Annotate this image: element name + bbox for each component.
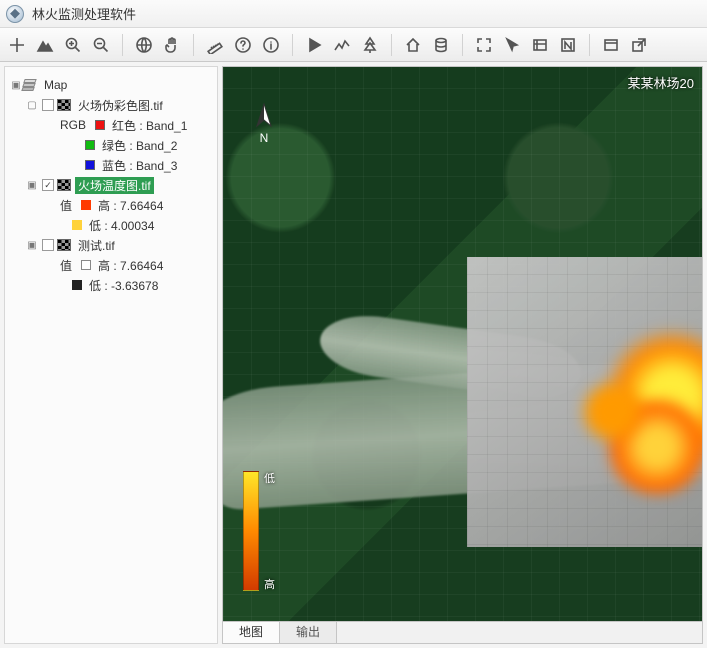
toolbar-separator [391, 34, 392, 56]
help-icon[interactable] [232, 34, 254, 56]
north-tool-icon[interactable] [557, 34, 579, 56]
tab-output[interactable]: 输出 [279, 619, 337, 643]
home-icon[interactable] [402, 34, 424, 56]
high-swatch-icon [81, 200, 91, 210]
layer-visibility-checkbox[interactable] [42, 179, 54, 191]
tree-icon[interactable] [359, 34, 381, 56]
legend-low-label: 低 [264, 470, 275, 486]
raster-icon [57, 239, 71, 251]
app-logo-icon [6, 5, 24, 23]
value-low: 低 : 4.00034 [86, 217, 157, 234]
value-label: 值 [57, 257, 75, 274]
tree-root-label: Map [41, 78, 70, 92]
fullscreen-icon[interactable] [473, 34, 495, 56]
value-high: 高 : 7.66464 [95, 197, 166, 214]
main-toolbar [0, 28, 707, 62]
tab-map[interactable]: 地图 [222, 619, 280, 643]
layer-label: 火场伪彩色图.tif [75, 97, 166, 114]
ruler-icon[interactable] [204, 34, 226, 56]
mountain-icon[interactable] [34, 34, 56, 56]
layer-tree[interactable]: ▣ Map ▢ 火场伪彩色图.tif RGB 红色 : Band_1 绿色 : … [5, 67, 217, 643]
title-bar: 林火监测处理软件 [0, 0, 707, 28]
green-swatch-icon [85, 140, 95, 150]
trend-icon[interactable] [331, 34, 353, 56]
app-title: 林火监测处理软件 [32, 4, 136, 23]
tree-root-map[interactable]: ▣ Map [9, 75, 215, 95]
layers-icon [23, 79, 37, 91]
band-row: 蓝色 : Band_3 [9, 155, 215, 175]
layer-visibility-checkbox[interactable] [42, 99, 54, 111]
band-row: 绿色 : Band_2 [9, 135, 215, 155]
toolbar-separator [292, 34, 293, 56]
zoom-out-icon[interactable] [90, 34, 112, 56]
external-icon[interactable] [628, 34, 650, 56]
bottom-tabs: 地图 输出 [222, 622, 703, 644]
map-area: 某某林场20 N 低 高 地图 输出 [222, 66, 703, 644]
add-icon[interactable] [6, 34, 28, 56]
band-label: 绿色 : Band_2 [99, 137, 180, 154]
raster-icon [57, 179, 71, 191]
zoom-in-icon[interactable] [62, 34, 84, 56]
toolbar-separator [589, 34, 590, 56]
value-row: 低 : 4.00034 [9, 215, 215, 235]
globe-icon[interactable] [133, 34, 155, 56]
fire-heatmap [562, 327, 702, 477]
toolbar-separator [122, 34, 123, 56]
toolbar-separator [193, 34, 194, 56]
layer-visibility-checkbox[interactable] [42, 239, 54, 251]
map-title-overlay: 某某林场20 [628, 73, 694, 92]
low-swatch-icon [72, 280, 82, 290]
band-label: 红色 : Band_1 [109, 117, 190, 134]
svg-text:N: N [260, 131, 269, 145]
play-icon[interactable] [303, 34, 325, 56]
layer-label: 测试.tif [75, 237, 118, 254]
cursor-icon[interactable] [501, 34, 523, 56]
layer-label: 火场温度图.tif [75, 177, 154, 194]
collapse-icon[interactable]: ▣ [25, 178, 39, 192]
value-row: 值 高 : 7.66464 [9, 255, 215, 275]
collapse-icon[interactable]: ▢ [25, 98, 39, 112]
value-low: 低 : -3.63678 [86, 277, 161, 294]
database-icon[interactable] [430, 34, 452, 56]
layer-item-test[interactable]: ▣ 测试.tif [9, 235, 215, 255]
layer-panel: ▣ Map ▢ 火场伪彩色图.tif RGB 红色 : Band_1 绿色 : … [4, 66, 218, 644]
layer-item-pseudo-color[interactable]: ▢ 火场伪彩色图.tif [9, 95, 215, 115]
value-row: 低 : -3.63678 [9, 275, 215, 295]
raster-icon [57, 99, 71, 111]
north-arrow-icon: N [253, 102, 275, 157]
value-high: 高 : 7.66464 [95, 257, 166, 274]
value-label: 值 [57, 197, 75, 214]
pan-icon[interactable] [161, 34, 183, 56]
toolbar-separator [462, 34, 463, 56]
legend-high-label: 高 [264, 576, 275, 592]
color-ramp-legend: 低 高 [243, 471, 259, 591]
value-row: 值 高 : 7.66464 [9, 195, 215, 215]
map-canvas[interactable]: 某某林场20 N 低 高 [222, 66, 703, 622]
rgb-label: RGB [57, 118, 89, 132]
layer-item-temperature[interactable]: ▣ 火场温度图.tif [9, 175, 215, 195]
collapse-icon[interactable]: ▣ [25, 238, 39, 252]
window-icon[interactable] [600, 34, 622, 56]
coords-icon[interactable] [529, 34, 551, 56]
info-icon[interactable] [260, 34, 282, 56]
high-swatch-icon [81, 260, 91, 270]
red-swatch-icon [95, 120, 105, 130]
blue-swatch-icon [85, 160, 95, 170]
rgb-composite-row: RGB 红色 : Band_1 [9, 115, 215, 135]
low-swatch-icon [72, 220, 82, 230]
band-label: 蓝色 : Band_3 [99, 157, 180, 174]
